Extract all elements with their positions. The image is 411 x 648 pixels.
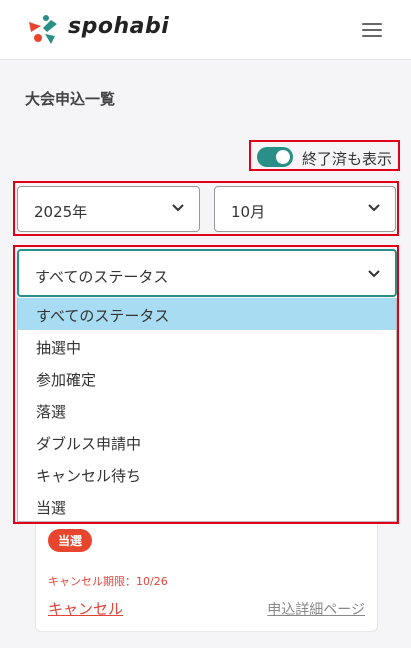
- status-option-lottery[interactable]: 抽選中: [18, 330, 396, 362]
- show-finished-label: 終了済も表示: [302, 150, 393, 168]
- brand-name[interactable]: spohabi: [68, 14, 169, 39]
- chevron-down-icon: [368, 270, 380, 278]
- status-option-confirmed[interactable]: 参加確定: [18, 362, 396, 394]
- toggle-knob: [276, 150, 290, 164]
- date-filter-group: 2025年 10月: [13, 181, 399, 236]
- status-value: すべてのステータス: [35, 268, 169, 286]
- month-value: 10月: [231, 203, 266, 221]
- show-finished-toggle[interactable]: [257, 147, 293, 167]
- spohabi-logo-icon[interactable]: [27, 14, 61, 46]
- hamburger-menu-icon[interactable]: [362, 23, 384, 39]
- status-option-lost[interactable]: 落選: [18, 394, 396, 426]
- show-finished-toggle-group: 終了済も表示: [249, 140, 400, 171]
- status-option-won[interactable]: 当選: [18, 490, 396, 522]
- status-select[interactable]: すべてのステータス: [17, 249, 397, 297]
- cancel-deadline: キャンセル期限：10/26: [48, 575, 168, 588]
- year-value: 2025年: [34, 203, 88, 221]
- page-title: 大会申込一覧: [25, 90, 116, 108]
- chevron-down-icon: [172, 204, 184, 212]
- cancel-link[interactable]: キャンセル: [48, 598, 123, 619]
- year-select[interactable]: 2025年: [17, 186, 200, 232]
- status-option-doubles-pending[interactable]: ダブルス申請中: [18, 426, 396, 458]
- status-dropdown-list: すべてのステータス 抽選中 参加確定 落選 ダブルス申請中 キャンセル待ち 当選: [17, 298, 397, 522]
- status-option-all[interactable]: すべてのステータス: [18, 298, 396, 330]
- chevron-down-icon: [368, 204, 380, 212]
- month-select[interactable]: 10月: [214, 186, 396, 232]
- entry-detail-link[interactable]: 申込詳細ページ: [267, 599, 365, 619]
- status-filter-group: すべてのステータス すべてのステータス 抽選中 参加確定 落選 ダブルス申請中 …: [13, 245, 399, 524]
- app-header: spohabi: [0, 0, 411, 60]
- status-option-waitlist[interactable]: キャンセル待ち: [18, 458, 396, 490]
- status-badge: 当選: [48, 529, 93, 552]
